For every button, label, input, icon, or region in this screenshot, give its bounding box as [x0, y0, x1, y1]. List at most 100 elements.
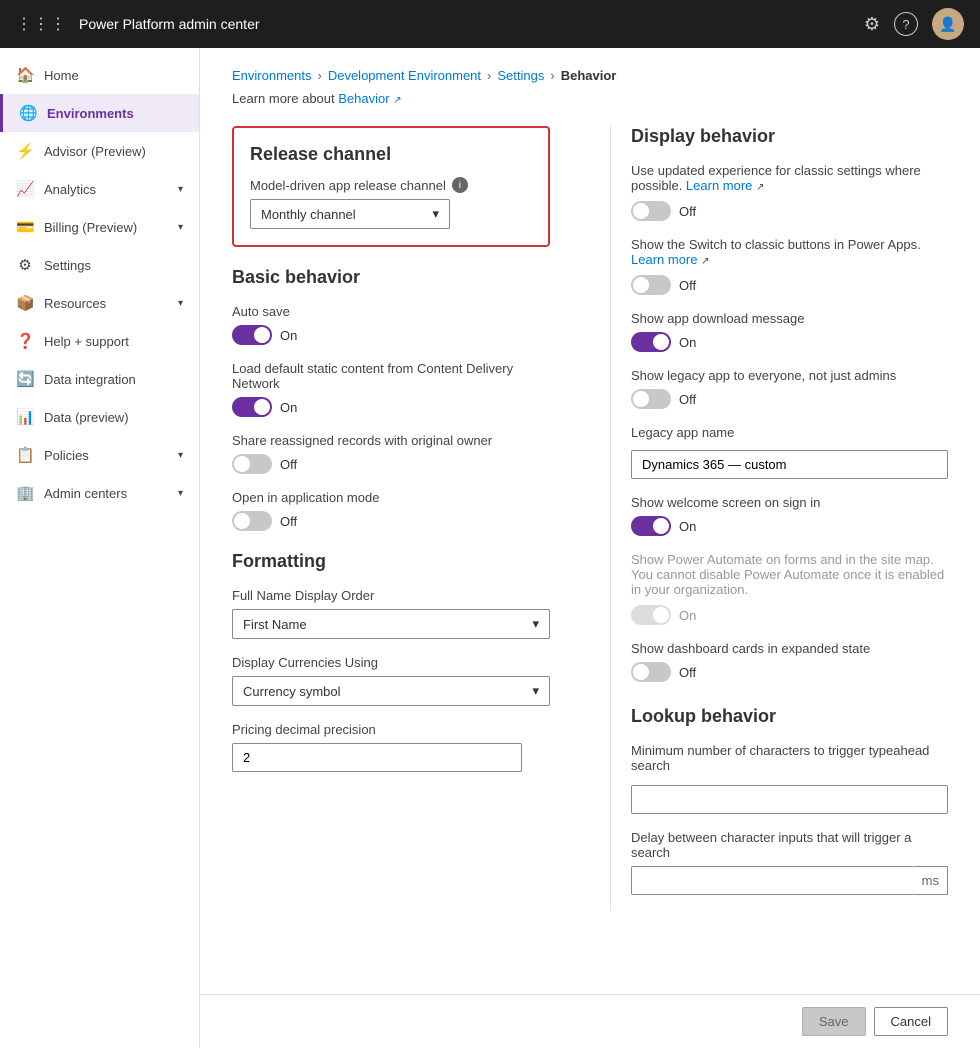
min-chars-input[interactable]: [631, 785, 948, 814]
power-automate-toggle-container: On: [631, 605, 948, 625]
sidebar-item-label: Data integration: [44, 372, 183, 387]
min-chars-field: Minimum number of characters to trigger …: [631, 743, 948, 814]
home-icon: 🏠: [16, 66, 34, 84]
save-button[interactable]: Save: [802, 1007, 866, 1036]
breadcrumb: Environments › Development Environment ›…: [232, 68, 948, 83]
sidebar-item-resources[interactable]: 📦 Resources ▾: [0, 284, 199, 322]
dropdown-chevron: ▾: [432, 206, 439, 222]
chevron-down-icon: ▾: [178, 450, 183, 461]
learn-more-text: Learn more about: [232, 91, 335, 106]
legacy-name-input[interactable]: [631, 450, 948, 479]
sidebar-item-advisor[interactable]: ⚡ Advisor (Preview): [0, 132, 199, 170]
legacy-app-label: Show legacy app to everyone, not just ad…: [631, 368, 948, 383]
sidebar-item-settings[interactable]: ⚙ Settings: [0, 246, 199, 284]
welcome-screen-toggle[interactable]: [631, 516, 671, 536]
welcome-screen-label: Show welcome screen on sign in: [631, 495, 948, 510]
app-download-label: Show app download message: [631, 311, 948, 326]
welcome-screen-toggle-text: On: [679, 519, 696, 534]
sidebar-item-label: Resources: [44, 296, 168, 311]
info-icon[interactable]: i: [452, 177, 468, 193]
sidebar: 🏠 Home 🌐 Environments ⚡ Advisor (Preview…: [0, 48, 200, 1048]
classic-settings-toggle-container: Off: [631, 201, 948, 221]
breadcrumb-settings[interactable]: Settings: [497, 68, 544, 83]
pricing-decimal-field: Pricing decimal precision: [232, 722, 550, 772]
external-link-icon: ↗: [701, 256, 709, 267]
left-column: Release channel Model-driven app release…: [232, 126, 570, 911]
load-default-toggle[interactable]: [232, 397, 272, 417]
sidebar-item-label: Data (preview): [44, 410, 183, 425]
delay-input[interactable]: [631, 866, 914, 895]
dashboard-cards-toggle[interactable]: [631, 662, 671, 682]
sidebar-item-home[interactable]: 🏠 Home: [0, 56, 199, 94]
release-channel-dropdown[interactable]: Monthly channel ▾: [250, 199, 450, 229]
load-default-toggle-container: On: [232, 397, 550, 417]
policies-icon: 📋: [16, 446, 34, 464]
switch-classic-toggle[interactable]: [631, 275, 671, 295]
switch-classic-learn-more[interactable]: Learn more: [631, 252, 697, 267]
share-reassigned-toggle-row: Share reassigned records with original o…: [232, 433, 550, 474]
auto-save-toggle-container: On: [232, 325, 550, 345]
breadcrumb-sep: ›: [550, 68, 554, 83]
sidebar-item-data-preview[interactable]: 📊 Data (preview): [0, 398, 199, 436]
power-automate-section: Show Power Automate on forms and in the …: [631, 552, 948, 625]
switch-classic-section: Show the Switch to classic buttons in Po…: [631, 237, 948, 295]
sidebar-item-billing[interactable]: 💳 Billing (Preview) ▾: [0, 208, 199, 246]
settings-columns: Release channel Model-driven app release…: [232, 126, 948, 911]
open-application-toggle-container: Off: [232, 511, 550, 531]
toggle-thumb: [653, 607, 669, 623]
user-avatar[interactable]: 👤: [932, 8, 964, 40]
data-preview-icon: 📊: [16, 408, 34, 426]
open-application-toggle[interactable]: [232, 511, 272, 531]
legacy-app-section: Show legacy app to everyone, not just ad…: [631, 368, 948, 409]
delay-suffix: ms: [914, 866, 948, 895]
chevron-down-icon: ▾: [178, 488, 183, 499]
full-name-field: Full Name Display Order First Name ▾: [232, 588, 550, 639]
pricing-decimal-label: Pricing decimal precision: [232, 722, 550, 737]
legacy-app-toggle[interactable]: [631, 389, 671, 409]
learn-more-link[interactable]: Behavior: [338, 91, 389, 106]
app-download-toggle[interactable]: [631, 332, 671, 352]
sidebar-item-label: Analytics: [44, 182, 168, 197]
sidebar-item-help[interactable]: ❓ Help + support: [0, 322, 199, 360]
main-content: Environments › Development Environment ›…: [200, 48, 980, 1048]
cancel-button[interactable]: Cancel: [874, 1007, 948, 1036]
classic-settings-toggle-text: Off: [679, 204, 696, 219]
dropdown-value: Currency symbol: [243, 684, 341, 699]
admin-centers-icon: 🏢: [16, 484, 34, 502]
breadcrumb-sep: ›: [317, 68, 321, 83]
settings-icon[interactable]: ⚙: [864, 14, 880, 35]
pricing-decimal-input[interactable]: [232, 743, 522, 772]
classic-settings-learn-more[interactable]: Learn more: [686, 178, 752, 193]
sidebar-item-analytics[interactable]: 📈 Analytics ▾: [0, 170, 199, 208]
sidebar-item-label: Admin centers: [44, 486, 168, 501]
share-reassigned-toggle[interactable]: [232, 454, 272, 474]
sidebar-item-data-integration[interactable]: 🔄 Data integration: [0, 360, 199, 398]
lookup-behavior-section: Lookup behavior Minimum number of charac…: [631, 706, 948, 895]
open-application-toggle-text: Off: [280, 514, 297, 529]
dropdown-chevron: ▾: [532, 616, 539, 632]
classic-settings-toggle[interactable]: [631, 201, 671, 221]
app-download-section: Show app download message On: [631, 311, 948, 352]
basic-behavior-section: Basic behavior Auto save On Load: [232, 267, 550, 531]
formatting-title: Formatting: [232, 551, 550, 572]
help-icon[interactable]: ?: [894, 12, 918, 36]
sidebar-item-admin-centers[interactable]: 🏢 Admin centers ▾: [0, 474, 199, 512]
help-icon: ❓: [16, 332, 34, 350]
breadcrumb-dev-env[interactable]: Development Environment: [328, 68, 481, 83]
breadcrumb-environments[interactable]: Environments: [232, 68, 311, 83]
sidebar-item-policies[interactable]: 📋 Policies ▾: [0, 436, 199, 474]
toggle-thumb: [633, 391, 649, 407]
external-link-icon: ↗: [756, 182, 764, 193]
display-behavior-title: Display behavior: [631, 126, 948, 147]
topbar-icons: ⚙ ? 👤: [864, 8, 964, 40]
toggle-thumb: [234, 513, 250, 529]
auto-save-toggle[interactable]: [232, 325, 272, 345]
sidebar-item-environments[interactable]: 🌐 Environments: [0, 94, 199, 132]
sidebar-item-label: Policies: [44, 448, 168, 463]
delay-label: Delay between character inputs that will…: [631, 830, 948, 860]
apps-icon[interactable]: ⋮⋮⋮: [16, 14, 67, 34]
full-name-label: Full Name Display Order: [232, 588, 550, 603]
display-currencies-dropdown[interactable]: Currency symbol ▾: [232, 676, 550, 706]
full-name-dropdown[interactable]: First Name ▾: [232, 609, 550, 639]
chevron-down-icon: ▾: [178, 222, 183, 233]
